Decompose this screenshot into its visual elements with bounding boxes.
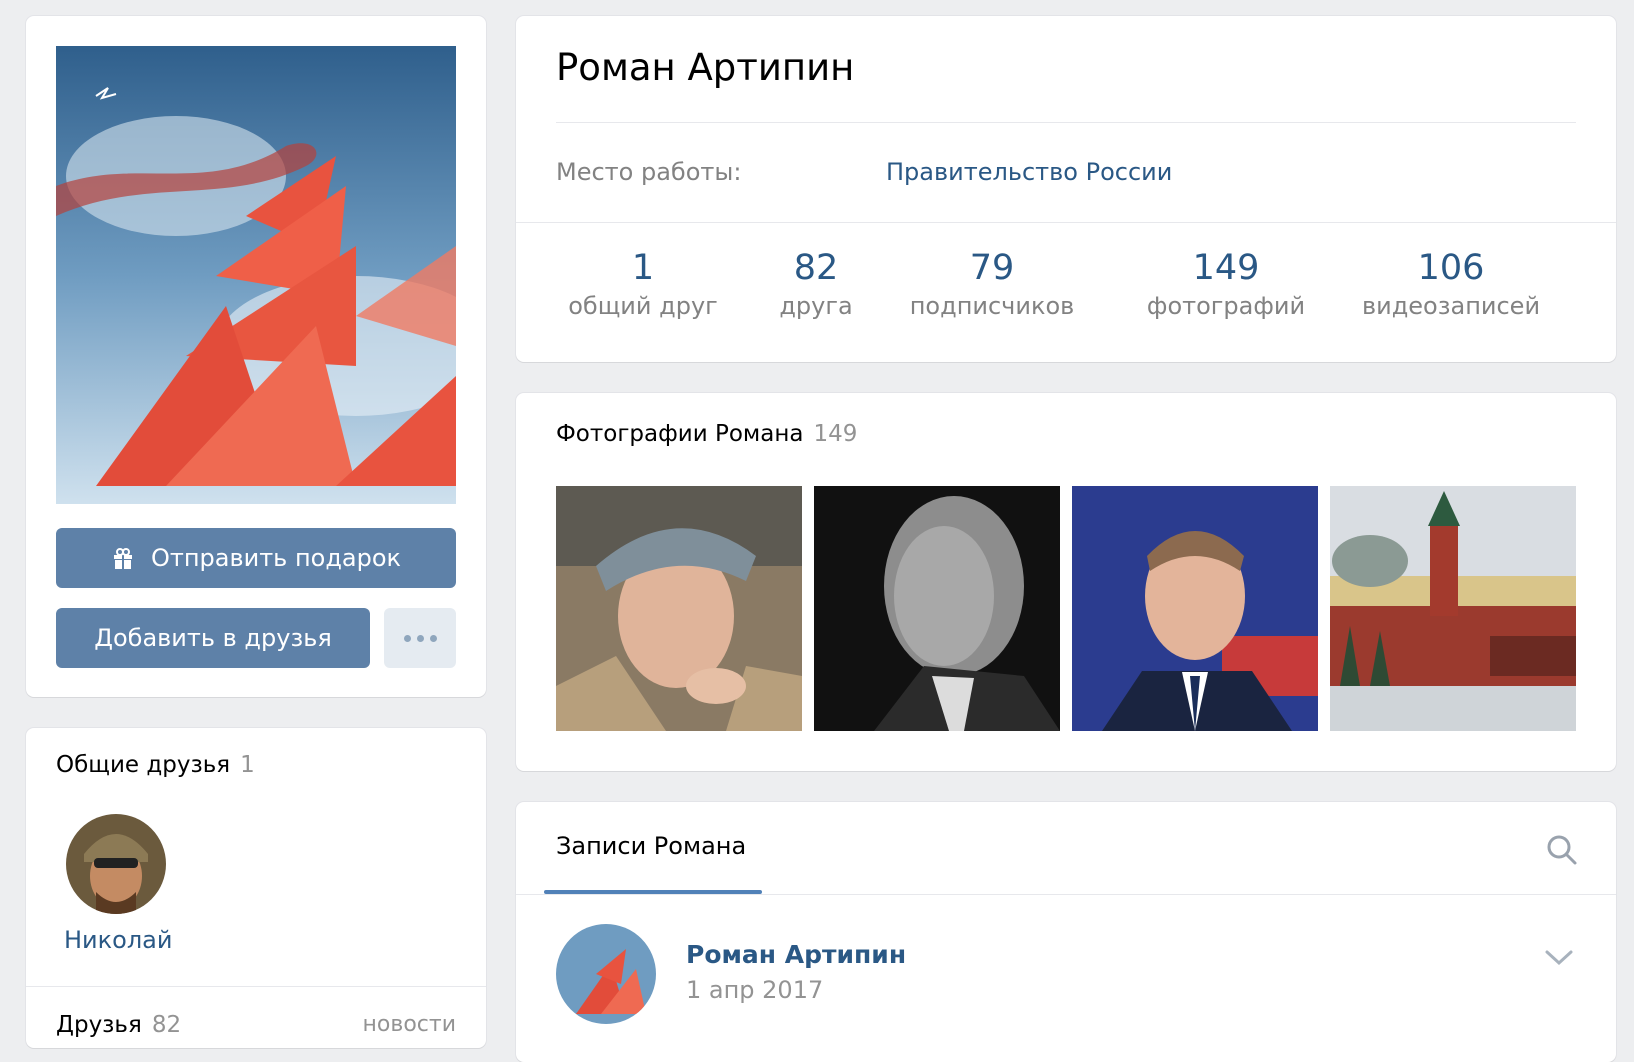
photo-thumbnail[interactable] — [1072, 486, 1318, 731]
wall-card: Записи Романа Роман Артипин 1 апр 2017 — [516, 802, 1616, 1062]
post-author-avatar[interactable] — [556, 924, 656, 1024]
stat-label: видеозаписей — [1361, 292, 1541, 320]
photos-count: 149 — [813, 421, 858, 447]
chevron-down-icon[interactable] — [1544, 948, 1574, 968]
stat-videos[interactable]: 106 видеозаписей — [1362, 246, 1540, 322]
stat-label: друга — [779, 292, 853, 320]
friend-avatar[interactable] — [66, 814, 166, 914]
avatar-card: Отправить подарок Добавить в друзья — [26, 16, 486, 697]
stat-label: общий друг — [568, 292, 718, 320]
more-actions-button[interactable] — [384, 608, 456, 668]
mutual-friends-title: Общие друзья — [56, 752, 231, 778]
stat-value: 79 — [969, 248, 1015, 288]
divider — [516, 222, 1616, 223]
gift-icon — [111, 546, 135, 570]
profile-stats: 1 общий друг 82 друга 79 подписчиков 149… — [516, 246, 1616, 346]
more-dots-icon — [403, 634, 411, 642]
stat-friends[interactable]: 82 друга — [779, 246, 852, 322]
profile-name: Роман Артипин — [556, 46, 855, 89]
friends-title: Друзья — [56, 1012, 142, 1038]
profile-info-card: Роман Артипин Место работы: Правительств… — [516, 16, 1616, 362]
friends-news-link[interactable]: новости — [363, 1012, 456, 1038]
more-dots-icon — [416, 634, 424, 642]
stat-label: подписчиков — [909, 292, 1075, 320]
photo-thumbnail[interactable] — [556, 486, 802, 731]
stat-label: фотографий — [1146, 292, 1306, 320]
mutual-friends-count: 1 — [240, 752, 255, 778]
stat-value: 82 — [793, 248, 839, 288]
tab-wall-posts[interactable]: Записи Романа — [556, 832, 746, 860]
post-date[interactable]: 1 апр 2017 — [686, 976, 823, 1004]
profile-photo[interactable] — [56, 46, 456, 504]
photos-card: Фотографии Романа 149 — [516, 393, 1616, 771]
add-friend-label: Добавить в друзья — [94, 624, 332, 652]
stat-value: 106 — [1417, 248, 1485, 288]
stat-photos[interactable]: 149 фотографий — [1147, 246, 1305, 322]
photo-thumbnail[interactable] — [814, 486, 1060, 731]
work-link[interactable]: Правительство России — [886, 158, 1172, 186]
stat-followers[interactable]: 79 подписчиков — [910, 246, 1075, 322]
work-label: Место работы: — [556, 158, 742, 186]
post-author-name[interactable]: Роман Артипин — [686, 940, 906, 969]
friend-name[interactable]: Николай — [64, 926, 172, 954]
friends-count: 82 — [151, 1012, 182, 1038]
search-icon[interactable] — [1546, 834, 1578, 866]
stat-mutual-friends[interactable]: 1 общий друг — [568, 246, 718, 322]
photos-row — [556, 486, 1576, 731]
mutual-friends-header[interactable]: Общие друзья 1 — [56, 752, 255, 778]
stat-value: 1 — [631, 248, 655, 288]
divider — [556, 122, 1576, 123]
friends-card: Общие друзья 1 Николай Друзья 82 новости — [26, 728, 486, 1048]
friends-header[interactable]: Друзья 82 новости — [56, 1012, 456, 1038]
stat-value: 149 — [1192, 248, 1260, 288]
photos-header[interactable]: Фотографии Романа 149 — [556, 421, 857, 447]
send-gift-label: Отправить подарок — [150, 544, 402, 572]
photo-thumbnail[interactable] — [1330, 486, 1576, 731]
add-friend-button[interactable]: Добавить в друзья — [56, 608, 370, 668]
more-dots-icon — [429, 634, 437, 642]
photos-title: Фотографии Романа — [556, 421, 804, 447]
divider — [516, 894, 1616, 895]
divider — [26, 986, 486, 987]
send-gift-button[interactable]: Отправить подарок — [56, 528, 456, 588]
